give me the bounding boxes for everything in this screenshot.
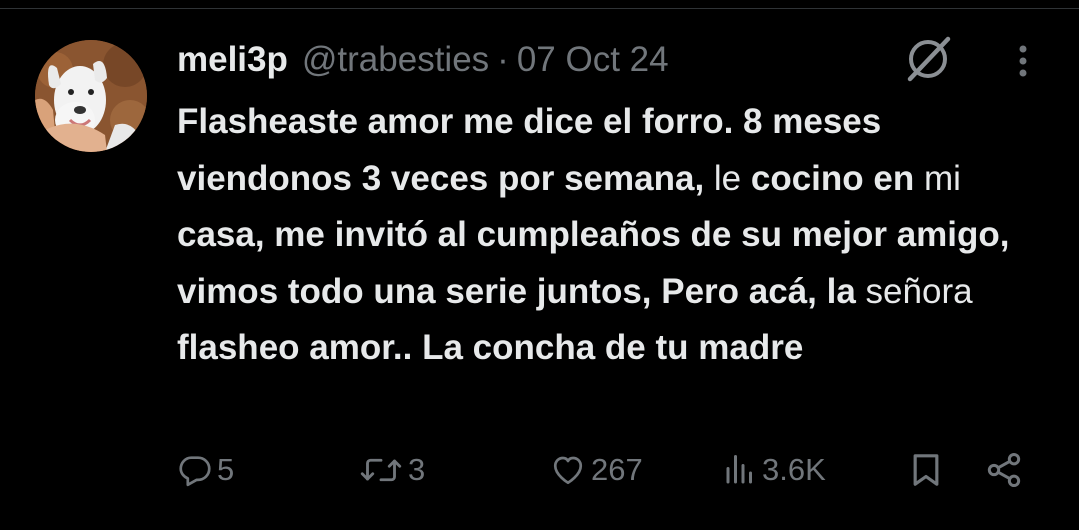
share-button[interactable]: [984, 445, 1024, 495]
top-divider: [0, 8, 1079, 9]
bookmark-icon: [913, 454, 939, 486]
more-options-button[interactable]: [1008, 40, 1038, 84]
text-segment: flasheo amor.. La concha de tu madre: [177, 328, 804, 367]
reply-button[interactable]: 5: [177, 445, 234, 495]
heart-icon: [553, 456, 583, 485]
share-icon: [987, 453, 1021, 487]
repost-button[interactable]: 3: [358, 445, 425, 495]
tweet-date[interactable]: 07 Oct 24: [517, 40, 669, 80]
grok-slash-icon: [907, 36, 951, 82]
view-count: 3.6K: [762, 452, 826, 487]
display-name[interactable]: meli3p: [177, 40, 288, 80]
more-vertical-icon: [1019, 45, 1027, 77]
text-segment: mi: [923, 158, 961, 198]
reply-count: 5: [217, 452, 235, 487]
text-segment: le: [713, 158, 751, 198]
grok-button[interactable]: [902, 33, 954, 85]
avatar[interactable]: [35, 40, 147, 152]
like-button[interactable]: 267: [549, 445, 643, 495]
reply-icon: [179, 456, 211, 487]
puppy-avatar-image: [35, 40, 147, 152]
tweet-header: meli3p @trabesties · 07 Oct 24: [177, 38, 669, 82]
like-count: 267: [591, 452, 643, 487]
tweet-text: Flasheaste amor me dice el forro. 8 mese…: [177, 94, 1057, 377]
user-handle[interactable]: @trabesties: [302, 40, 489, 80]
views-button[interactable]: 3.6K: [722, 445, 826, 495]
bookmark-button[interactable]: [906, 445, 946, 495]
views-bar-icon: [726, 455, 752, 484]
action-bar: 5 3 267 3.6K: [0, 445, 1079, 495]
text-segment: cocino en: [750, 158, 924, 198]
text-segment: señora: [865, 271, 973, 311]
separator-dot: ·: [497, 40, 509, 79]
repost-count: 3: [408, 452, 426, 487]
repost-icon: [360, 458, 402, 482]
